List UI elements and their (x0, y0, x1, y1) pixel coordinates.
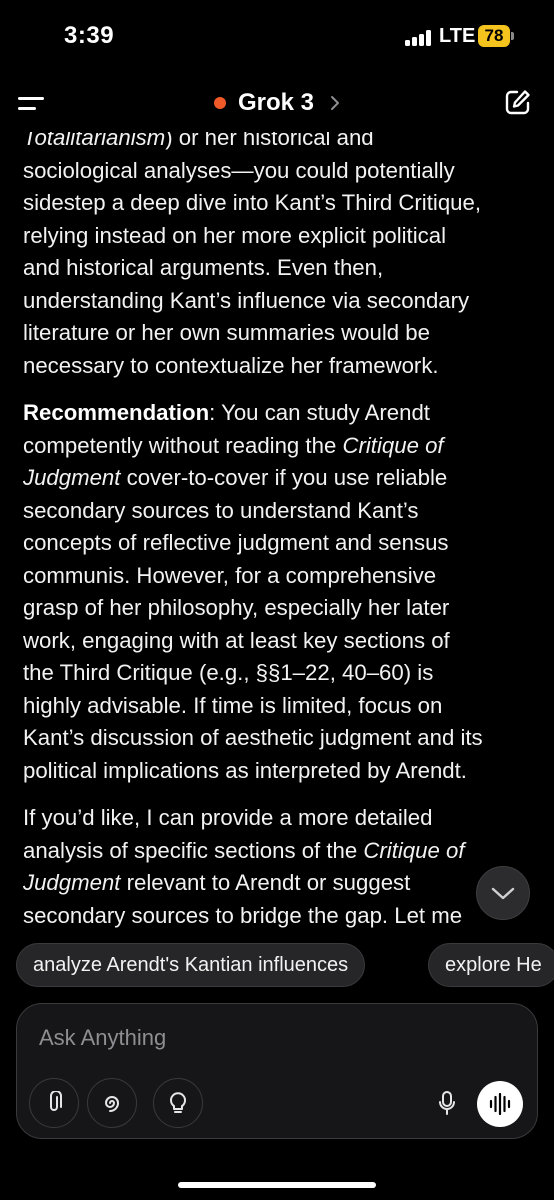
bold-label: Recommendation (23, 400, 210, 425)
message-line: competently without reading the Critique… (23, 430, 543, 463)
ask-input[interactable] (39, 1018, 509, 1058)
text-run: analysis of specific sections of the (23, 837, 364, 863)
home-indicator (178, 1182, 376, 1188)
lightbulb-icon (170, 1092, 186, 1113)
chat-scroll-area[interactable]: Totalitarianism) or her historical and s… (0, 122, 554, 944)
attach-button[interactable] (29, 1078, 79, 1128)
message-paragraph: Recommendation: You can study Arendt com… (23, 397, 543, 787)
voice-mode-button[interactable] (477, 1081, 523, 1127)
italic-text: Judgment (23, 465, 121, 490)
deep-search-button[interactable] (87, 1078, 137, 1128)
status-time: 3:39 (64, 22, 115, 49)
message-line: concepts of reflective judgment and sens… (23, 530, 449, 555)
message-line: sociological analyses—you could potentia… (23, 157, 455, 183)
text-run: competently without reading the (23, 432, 343, 458)
message-line: political implications as interpreted by… (23, 757, 467, 783)
message-line: and historical arguments. Even then, (23, 255, 384, 280)
message-line: the Third Critique (e.g., §§1–22, 40–60)… (23, 660, 434, 685)
italic-text: Critique of (363, 837, 465, 863)
microphone-icon (439, 1091, 455, 1115)
message-line: relying instead on her more explicit pol… (23, 222, 447, 248)
message-line: sidestep a deep dive into Kant’s Third C… (23, 190, 481, 215)
message-line: communis. However, for a comprehensive (23, 562, 437, 588)
chevron-right-icon (331, 96, 340, 110)
message-line: secondary sources to bridge the gap. Let… (23, 902, 463, 928)
status-dot (214, 97, 226, 109)
model-title: Grok 3 (238, 89, 315, 116)
message-paragraph: Totalitarianism) or her historical and s… (23, 122, 543, 382)
voice-wave-icon (489, 1093, 511, 1115)
edit-icon[interactable] (504, 88, 532, 116)
text-run: relevant to Arendt or suggest (120, 870, 411, 895)
suggestion-chip[interactable]: explore He (428, 943, 554, 987)
scroll-down-button[interactable] (476, 866, 530, 920)
think-button[interactable] (153, 1078, 203, 1128)
signal-icon (405, 30, 433, 46)
battery-icon: 78 (478, 25, 510, 47)
message-line: Judgment relevant to Arendt or suggest (23, 867, 543, 900)
message-line: analysis of specific sections of the Cri… (23, 835, 543, 868)
battery-tip (511, 32, 514, 40)
message-paragraph: If you’d like, I can provide a more deta… (23, 802, 543, 932)
message-line: Recommendation: You can study Arendt (23, 397, 543, 430)
italic-text: Judgment (23, 870, 121, 895)
network-label: LTE (439, 25, 476, 47)
italic-text: Critique of (342, 432, 444, 458)
assistant-message: Totalitarianism) or her historical and s… (23, 122, 543, 944)
model-selector[interactable]: Grok 3 (214, 89, 342, 117)
message-line: literature or her own summaries would be (23, 320, 430, 345)
mic-button[interactable] (422, 1078, 472, 1128)
message-line: work, engaging with at least key section… (23, 627, 450, 653)
nav-bar: Grok 3 (0, 72, 554, 132)
message-line: Kant’s discussion of aesthetic judgment … (23, 725, 483, 750)
paperclip-icon (50, 1091, 62, 1111)
suggestion-chip[interactable]: analyze Arendt's Kantian influences (16, 943, 366, 987)
status-bar: 3:39 LTE 78 (0, 0, 554, 72)
text-run: : You can study Arendt (209, 400, 430, 425)
composer (16, 1003, 538, 1139)
text-run: cover-to-cover if you use reliable (120, 465, 448, 490)
message-line: If you’d like, I can provide a more deta… (23, 805, 433, 830)
suggestion-chips: analyze Arendt's Kantian influences expl… (0, 943, 554, 991)
message-line: Judgment cover-to-cover if you use relia… (23, 462, 543, 495)
spiral-icon (104, 1096, 120, 1112)
message-line: understanding Kant’s influence via secon… (23, 287, 470, 313)
message-line: grasp of her philosophy, especially her … (23, 595, 450, 620)
message-line: secondary sources to understand Kant’s (23, 497, 419, 523)
message-line: necessary to contextualize her framework… (23, 352, 439, 378)
message-line: highly advisable. If time is limited, fo… (23, 692, 443, 718)
chevron-down-icon (491, 887, 515, 900)
hamburger-icon[interactable] (18, 94, 48, 114)
